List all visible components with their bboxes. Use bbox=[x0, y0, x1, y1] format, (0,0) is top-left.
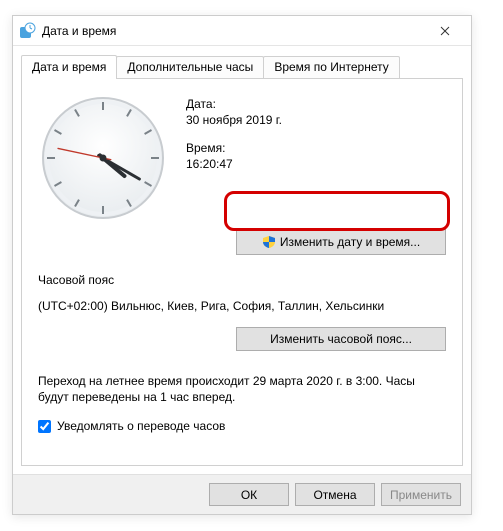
change-date-time-label: Изменить дату и время... bbox=[280, 235, 420, 249]
close-button[interactable] bbox=[425, 19, 465, 43]
window-title: Дата и время bbox=[42, 24, 425, 38]
apply-button[interactable]: Применить bbox=[381, 483, 461, 506]
change-timezone-label: Изменить часовой пояс... bbox=[270, 332, 412, 346]
date-time-dialog: Дата и время Дата и время Дополнительные… bbox=[12, 15, 472, 515]
change-timezone-button[interactable]: Изменить часовой пояс... bbox=[236, 327, 446, 351]
dst-notify-row[interactable]: Уведомлять о переводе часов bbox=[38, 419, 446, 433]
tab-internet-time[interactable]: Время по Интернету bbox=[263, 56, 399, 80]
tab-date-time[interactable]: Дата и время bbox=[21, 55, 117, 79]
tab-additional-clocks[interactable]: Дополнительные часы bbox=[116, 56, 264, 80]
dst-notify-checkbox[interactable] bbox=[38, 420, 51, 433]
date-label: Дата: bbox=[186, 97, 282, 111]
clock-app-icon bbox=[19, 22, 36, 39]
time-value: 16:20:47 bbox=[186, 157, 282, 171]
time-label: Время: bbox=[186, 141, 282, 155]
uac-shield-icon bbox=[262, 235, 276, 249]
timezone-text: (UTC+02:00) Вильнюс, Киев, Рига, София, … bbox=[38, 299, 446, 313]
timezone-section-label: Часовой пояс bbox=[38, 273, 446, 287]
date-value: 30 ноября 2019 г. bbox=[186, 113, 282, 127]
dst-info-text: Переход на летнее время происходит 29 ма… bbox=[38, 373, 446, 405]
tab-panel-date-time: Дата: 30 ноября 2019 г. Время: 16:20:47 … bbox=[21, 78, 463, 466]
change-date-time-button[interactable]: Изменить дату и время... bbox=[236, 229, 446, 255]
cancel-button[interactable]: Отмена bbox=[295, 483, 375, 506]
ok-button[interactable]: ОК bbox=[209, 483, 289, 506]
titlebar: Дата и время bbox=[13, 16, 471, 46]
dialog-button-bar: ОК Отмена Применить bbox=[13, 474, 471, 514]
tab-strip: Дата и время Дополнительные часы Время п… bbox=[13, 46, 471, 78]
dst-notify-label: Уведомлять о переводе часов bbox=[57, 419, 225, 433]
analog-clock bbox=[38, 93, 168, 223]
